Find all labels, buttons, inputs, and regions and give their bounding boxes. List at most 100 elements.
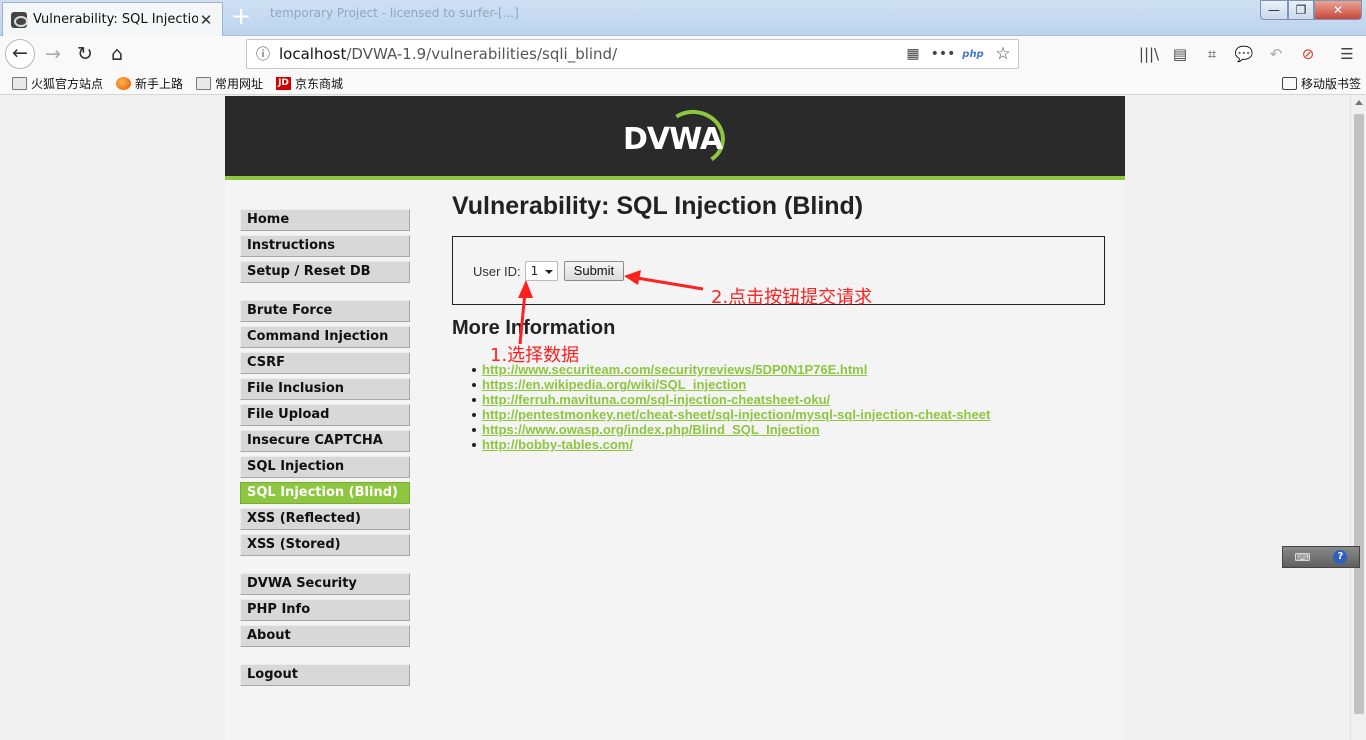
scroll-up-icon[interactable] [1355,100,1363,105]
reference-links: http://www.securiteam.com/securityreview… [471,362,990,452]
qr-code-icon[interactable]: ▦ [898,46,928,62]
browser-tab-active[interactable]: Vulnerability: SQL Injection ( ✕ [2,2,223,36]
folder-icon [196,77,211,90]
reference-link[interactable]: http://ferruh.mavituna.com/sql-injection… [482,392,830,407]
reference-link[interactable]: http://pentestmonkey.net/cheat-sheet/sql… [482,407,990,422]
ime-toolbar[interactable]: ⌨ ? [1282,546,1360,568]
menu-item-php-info[interactable]: PHP Info [240,599,410,621]
logo-text: DVWA [623,122,723,157]
menu-item-xss-stored[interactable]: XSS (Stored) [240,534,410,556]
dvwa-header: DVWA [225,96,1125,180]
url-host: localhost [279,45,347,63]
mobile-bookmarks-label: 移动版书签 [1301,77,1362,91]
main-menu: Home Instructions Setup / Reset DB Brute… [240,209,410,703]
minimize-button[interactable]: — [1260,0,1288,20]
bookmark-label: 京东商城 [295,77,344,91]
menu-item-setup[interactable]: Setup / Reset DB [240,261,410,283]
mobile-bookmarks[interactable]: 移动版书签 [1282,75,1361,92]
bookmark-item[interactable]: 火狐官方站点 [12,75,103,92]
close-window-button[interactable]: ✕ [1314,0,1362,20]
page-title: Vulnerability: SQL Injection (Blind) [452,192,864,220]
dvwa-logo: DVWA [621,105,730,171]
menu-item-file-upload[interactable]: File Upload [240,404,410,426]
maximize-button[interactable]: ❐ [1288,0,1314,20]
tab-close-icon[interactable]: ✕ [198,11,214,29]
user-id-select[interactable]: 1 [524,261,558,281]
phone-icon [1282,77,1297,90]
url-path: /DVWA-1.9/vulnerabilities/sqli_blind/ [346,45,618,63]
folder-icon [12,77,27,90]
dvwa-container: DVWA Home Instructions Setup / Reset DB … [225,96,1125,740]
reference-link[interactable]: https://www.owasp.org/index.php/Blind_SQ… [482,422,820,437]
bookmark-item[interactable]: 新手上路 [116,75,183,92]
reload-button[interactable]: ↻ [70,39,100,69]
sidebar-icon[interactable]: ▤ [1168,44,1192,64]
menu-group-vulnerabilities: Brute Force Command Injection CSRF File … [240,300,410,556]
undo-icon[interactable]: ↶ [1264,44,1288,64]
browser-navbar: ← → ↻ ⌂ ⓘ localhost/DVWA-1.9/vulnerabili… [0,36,1366,72]
menu-group-session: Logout [240,664,410,686]
bookmark-label: 常用网址 [215,77,264,91]
menu-item-sql-injection-blind[interactable]: SQL Injection (Blind) [240,482,410,504]
bookmark-item[interactable]: 常用网址 [196,75,263,92]
menu-item-csrf[interactable]: CSRF [240,352,410,374]
list-item: https://en.wikipedia.org/wiki/SQL_inject… [471,377,990,392]
main-content: Vulnerability: SQL Injection (Blind) Use… [452,192,1112,452]
firefox-icon [116,77,131,90]
library-icon[interactable]: |||\ [1137,44,1161,64]
site-info-icon[interactable]: ⓘ [247,44,279,64]
list-item: http://ferruh.mavituna.com/sql-injection… [471,392,990,407]
menu-item-insecure-captcha[interactable]: Insecure CAPTCHA [240,430,410,452]
bookmark-star-icon[interactable]: ☆ [988,44,1018,64]
back-button[interactable]: ← [5,39,35,69]
menu-item-home[interactable]: Home [240,209,410,231]
chat-icon[interactable]: 💬 [1232,44,1256,64]
page-viewport: DVWA Home Instructions Setup / Reset DB … [0,96,1350,740]
menu-item-command-injection[interactable]: Command Injection [240,326,410,348]
menu-group-settings: DVWA Security PHP Info About [240,573,410,647]
list-item: http://pentestmonkey.net/cheat-sheet/sql… [471,407,990,422]
page-scrollbar[interactable] [1350,96,1366,740]
browser-titlebar: Vulnerability: SQL Injection ( ✕ + tempo… [0,0,1366,36]
address-bar[interactable]: ⓘ localhost/DVWA-1.9/vulnerabilities/sql… [246,39,1019,69]
bookmark-label: 火狐官方站点 [31,77,104,91]
block-icon[interactable]: ⊘ [1296,44,1320,64]
reference-link[interactable]: http://bobby-tables.com/ [482,437,633,452]
menu-item-instructions[interactable]: Instructions [240,235,410,257]
reference-link[interactable]: https://en.wikipedia.org/wiki/SQL_inject… [482,377,746,392]
bookmark-item[interactable]: JD 京东商城 [276,75,343,92]
home-button[interactable]: ⌂ [102,39,132,69]
crop-icon[interactable]: ⌗ [1200,44,1224,64]
url-text[interactable]: localhost/DVWA-1.9/vulnerabilities/sqli_… [279,45,898,63]
menu-item-xss-reflected[interactable]: XSS (Reflected) [240,508,410,530]
bookmark-label: 新手上路 [135,77,184,91]
php-extension-icon[interactable]: php [958,49,988,60]
submit-button[interactable]: Submit [563,261,625,281]
forward-button[interactable]: → [38,39,68,69]
list-item: http://bobby-tables.com/ [471,437,990,452]
scroll-thumb[interactable] [1354,114,1364,714]
dvwa-favicon-icon [11,11,28,28]
bookmarks-bar: 火狐官方站点 新手上路 常用网址 JD 京东商城 移动版书签 [0,72,1366,95]
user-id-form: User ID: 1 Submit [473,261,625,281]
more-info-heading: More Information [452,317,616,339]
window-title: temporary Project - licensed to surfer-[… [270,6,519,20]
menu-item-dvwa-security[interactable]: DVWA Security [240,573,410,595]
jd-icon: JD [276,77,291,90]
menu-item-brute-force[interactable]: Brute Force [240,300,410,322]
keyboard-icon[interactable]: ⌨ [1295,551,1311,564]
page-actions-icon[interactable]: ••• [928,46,958,62]
annotation-step1: 1.选择数据 [490,345,580,366]
menu-item-sql-injection[interactable]: SQL Injection [240,456,410,478]
tab-title: Vulnerability: SQL Injection ( [33,12,198,27]
menu-item-logout[interactable]: Logout [240,664,410,686]
annotation-step2: 2.点击按钮提交请求 [711,287,873,308]
help-icon[interactable]: ? [1333,550,1348,564]
menu-group-general: Home Instructions Setup / Reset DB [240,209,410,283]
new-tab-button[interactable]: + [228,4,254,30]
menu-item-file-inclusion[interactable]: File Inclusion [240,378,410,400]
user-id-label: User ID: [473,263,521,279]
list-item: https://www.owasp.org/index.php/Blind_SQ… [471,422,990,437]
menu-item-about[interactable]: About [240,625,410,647]
menu-icon[interactable]: ☰ [1335,44,1359,64]
